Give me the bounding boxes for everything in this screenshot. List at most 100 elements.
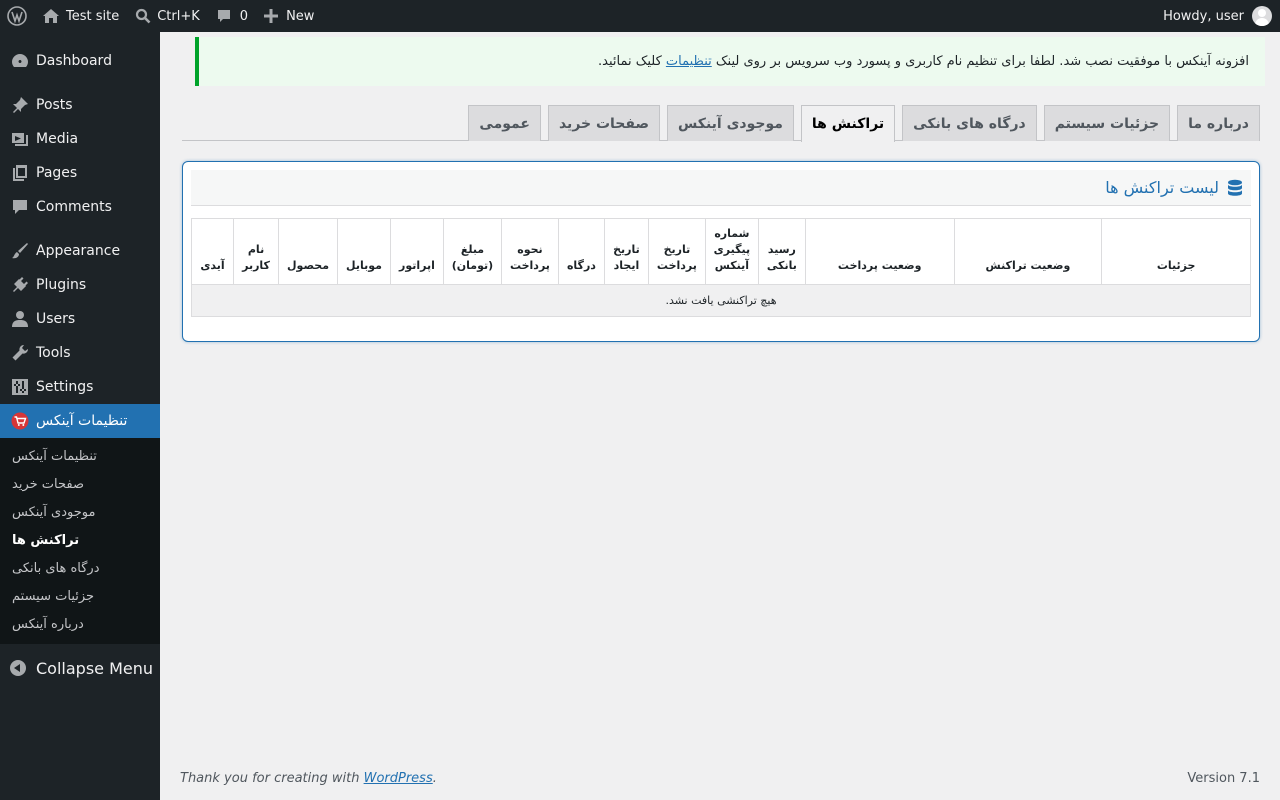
account-menu[interactable]: Howdy, user	[1155, 0, 1280, 32]
sidebar-item-settings[interactable]: Settings	[0, 370, 160, 404]
cart-icon	[10, 411, 30, 431]
notice-settings-link[interactable]: تنظیمات	[666, 54, 712, 69]
sidebar-item-label: Dashboard	[36, 53, 112, 69]
database-icon	[1227, 179, 1243, 197]
tab-aynex-balance[interactable]: موجودی آینکس	[667, 105, 794, 141]
submenu-item-transactions[interactable]: تراکنش ها	[0, 528, 160, 556]
wrench-icon	[10, 343, 30, 363]
sidebar-item-pages[interactable]: Pages	[0, 156, 160, 190]
tab-about[interactable]: درباره ما	[1177, 105, 1260, 141]
sidebar-item-label: Users	[36, 311, 76, 327]
sidebar-item-users[interactable]: Users	[0, 302, 160, 336]
transactions-table: جزئیات وضعیت تراکنش وضعیت پرداخت رسید با…	[190, 218, 1251, 317]
column-header: جزئیات	[1101, 218, 1251, 285]
pages-icon	[10, 163, 30, 183]
sidebar-item-label: Tools	[36, 345, 71, 361]
site-name-link[interactable]: Test site	[34, 0, 127, 32]
notice-text-after: کلیک نمائید.	[597, 54, 662, 69]
sidebar-item-posts[interactable]: Posts	[0, 88, 160, 122]
plus-icon	[264, 9, 279, 23]
admin-sidebar: Dashboard Posts Media Pages Comments App…	[0, 32, 160, 800]
footer-thanks-suffix: .	[432, 771, 437, 786]
site-name: Test site	[66, 8, 120, 24]
comment-icon	[10, 197, 30, 217]
sidebar-item-comments[interactable]: Comments	[0, 190, 160, 224]
search-icon	[135, 8, 151, 24]
search-shortcut: Ctrl+K	[157, 8, 200, 24]
wordpress-logo-icon[interactable]	[0, 0, 34, 32]
tab-purchase-pages[interactable]: صفحات خرید	[547, 105, 661, 141]
column-header: وضعیت تراکنش	[953, 218, 1103, 285]
footer-thanks: Thank you for creating with WordPress.	[180, 771, 437, 786]
tab-system-details[interactable]: جزئیات سیستم	[1043, 105, 1171, 141]
sliders-icon	[10, 377, 30, 397]
command-search-button[interactable]: Ctrl+K	[127, 0, 208, 32]
notice-text-before: افزونه آینکس با موفقیت نصب شد. لطفا برای…	[715, 54, 1249, 69]
pin-icon	[10, 95, 30, 115]
submenu-item-purchase-pages[interactable]: صفحات خرید	[0, 472, 160, 500]
sidebar-item-label: Comments	[36, 199, 112, 215]
column-header: محصول	[278, 218, 339, 285]
sidebar-item-media[interactable]: Media	[0, 122, 160, 156]
sidebar-item-tools[interactable]: Tools	[0, 336, 160, 370]
column-header: مبلغ (تومان)	[442, 218, 502, 285]
new-label: New	[286, 8, 315, 24]
column-header: درگاه	[557, 218, 605, 285]
nav-tabs: درباره ما جزئیات سیستم درگاه های بانکی ت…	[182, 104, 1260, 142]
footer-thanks-prefix: Thank you for creating with	[180, 771, 360, 786]
howdy-text: Howdy, user	[1163, 8, 1244, 24]
collapse-arrow-icon	[10, 660, 26, 676]
sidebar-item-label: Media	[36, 131, 79, 147]
submenu-item-bank-gateways[interactable]: درگاه های بانکی	[0, 556, 160, 584]
brush-icon	[10, 241, 30, 261]
submenu-item-about-aynex[interactable]: درباره آینکس	[0, 612, 160, 640]
column-header: تاریخ ایجاد	[603, 218, 649, 285]
notice-text: افزونه آینکس با موفقیت نصب شد. لطفا برای…	[598, 54, 1249, 69]
column-header: وضعیت پرداخت	[804, 218, 955, 285]
plugin-icon	[10, 275, 30, 295]
submenu-item-aynex-balance[interactable]: موجودی آینکس	[0, 500, 160, 528]
user-icon	[10, 309, 30, 329]
collapse-menu-button[interactable]: Collapse Menu	[0, 650, 160, 686]
dashboard-icon	[10, 51, 30, 71]
sidebar-item-aynex-settings[interactable]: تنظیمات آینکس	[0, 404, 160, 438]
aynex-submenu: تنظیمات آینکس صفحات خرید موجودی آینکس تر…	[0, 438, 160, 644]
comments-button[interactable]: 0	[208, 0, 256, 32]
sidebar-item-appearance[interactable]: Appearance	[0, 234, 160, 268]
sidebar-item-plugins[interactable]: Plugins	[0, 268, 160, 302]
column-header: موبایل	[337, 218, 391, 285]
media-icon	[10, 129, 30, 149]
collapse-menu-label: Collapse Menu	[36, 658, 154, 678]
comment-icon	[216, 8, 232, 24]
home-icon	[42, 8, 60, 24]
column-header: تاریخ پرداخت	[647, 218, 706, 285]
panel-title: لیست تراکنش ها	[1105, 178, 1219, 197]
column-header: آیدی	[190, 218, 235, 285]
sidebar-item-dashboard[interactable]: Dashboard	[0, 44, 160, 78]
main-content: افزونه آینکس با موفقیت نصب شد. لطفا برای…	[160, 32, 1280, 800]
sidebar-item-label: Posts	[36, 97, 73, 113]
tab-bank-gateways[interactable]: درگاه های بانکی	[902, 105, 1037, 141]
empty-message: هیچ تراکنشی یافت نشد.	[191, 284, 1251, 317]
admin-bar: Test site Ctrl+K 0 New Howdy, user	[0, 0, 1280, 32]
submenu-item-aynex-settings[interactable]: تنظیمات آینکس	[0, 444, 160, 472]
comments-count: 0	[239, 8, 249, 24]
column-header: نام کاربر	[233, 218, 280, 285]
submenu-item-system-details[interactable]: جزئیات سیستم	[0, 584, 160, 612]
table-header-row: جزئیات وضعیت تراکنش وضعیت پرداخت رسید با…	[190, 218, 1251, 285]
success-notice: افزونه آینکس با موفقیت نصب شد. لطفا برای…	[195, 37, 1265, 86]
transactions-panel: لیست تراکنش ها جزئیات وضعیت تراکنش وضعیت…	[182, 161, 1260, 342]
column-header: اپراتور	[390, 218, 444, 285]
wordpress-link[interactable]: WordPress	[364, 771, 433, 786]
footer-version: Version 7.1	[1187, 771, 1260, 786]
new-content-button[interactable]: New	[256, 0, 322, 32]
sidebar-item-label: Settings	[36, 379, 94, 395]
sidebar-item-label: Appearance	[36, 243, 121, 259]
column-header: نحوه پرداخت	[500, 218, 559, 285]
sidebar-item-label: Plugins	[36, 277, 87, 293]
tab-general[interactable]: عمومی	[468, 105, 541, 141]
column-header: شماره پیگیری آینکس	[704, 218, 759, 285]
tab-transactions[interactable]: تراکنش ها	[800, 105, 896, 142]
table-row: هیچ تراکنشی یافت نشد.	[191, 284, 1251, 317]
column-header: رسید بانکی	[757, 218, 806, 285]
